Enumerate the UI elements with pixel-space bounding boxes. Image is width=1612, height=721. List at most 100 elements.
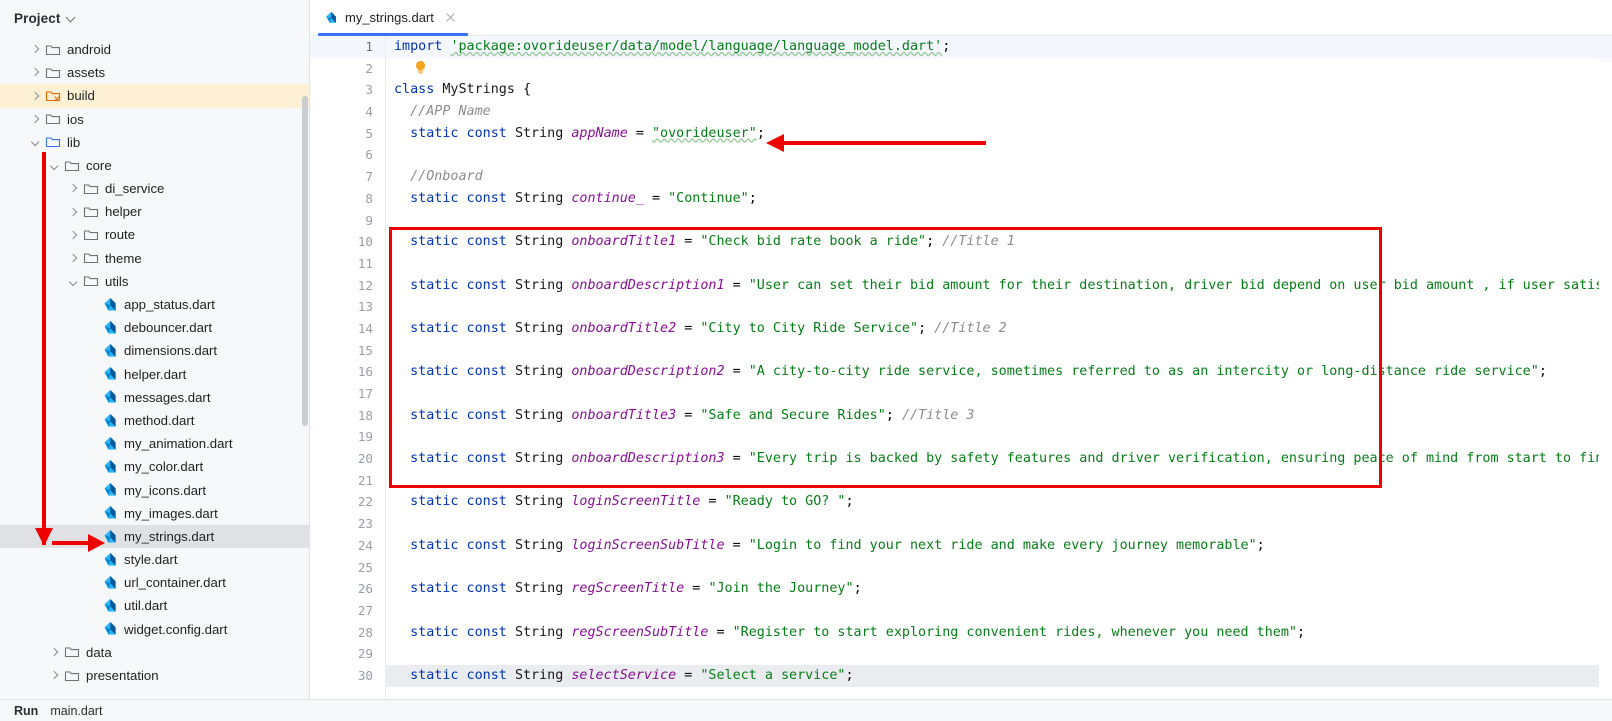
chevron-right-icon[interactable] <box>29 113 42 126</box>
editor-tab-my-strings[interactable]: my_strings.dart <box>310 0 468 36</box>
chevron-right-icon[interactable] <box>29 43 42 56</box>
chevron-down-icon[interactable] <box>29 136 42 149</box>
run-configuration-label: main.dart <box>50 703 103 718</box>
run-tool-window-strip[interactable]: Run main.dart <box>0 699 1612 721</box>
folder-icon <box>83 227 99 243</box>
code-line-11[interactable] <box>386 253 1612 275</box>
code-area[interactable]: import 'package:ovorideuser/data/model/l… <box>386 36 1612 721</box>
code-line-27[interactable] <box>386 600 1612 622</box>
code-line-15[interactable] <box>386 340 1612 362</box>
tree-item-lib[interactable]: lib <box>0 131 309 154</box>
code-line-20[interactable]: static const String onboardDescription3 … <box>386 448 1612 470</box>
tree-item-messages-dart[interactable]: messages.dart <box>0 386 309 409</box>
dart-file-icon <box>102 320 118 336</box>
code-line-30[interactable]: static const String selectService = "Sel… <box>386 664 1612 687</box>
code-token: static const <box>410 234 515 250</box>
tree-item-data[interactable]: data <box>0 641 309 664</box>
code-line-1[interactable]: import 'package:ovorideuser/data/model/l… <box>386 36 1612 58</box>
chevron-right-icon[interactable] <box>67 252 80 265</box>
tree-item-route[interactable]: route <box>0 224 309 247</box>
code-line-8[interactable]: static const String continue_ = "Continu… <box>386 188 1612 210</box>
tree-item-my-icons-dart[interactable]: my_icons.dart <box>0 479 309 502</box>
code-line-17[interactable] <box>386 383 1612 405</box>
code-line-28[interactable]: static const String regScreenSubTitle = … <box>386 622 1612 644</box>
tree-item-dimensions-dart[interactable]: dimensions.dart <box>0 339 309 362</box>
tree-item-widget-config-dart[interactable]: widget.config.dart <box>0 618 309 641</box>
code-line-23[interactable] <box>386 513 1612 535</box>
code-line-10[interactable]: static const String onboardTitle1 = "Che… <box>386 231 1612 253</box>
code-token: "A city-to-city ride service, sometimes … <box>748 364 1539 380</box>
tree-item-my-strings-dart[interactable]: my_strings.dart <box>0 524 309 549</box>
chevron-down-icon[interactable] <box>67 275 80 288</box>
intention-bulb-icon[interactable] <box>414 60 427 75</box>
tree-item-method-dart[interactable]: method.dart <box>0 409 309 432</box>
chevron-right-icon[interactable] <box>29 66 42 79</box>
chevron-right-icon[interactable] <box>48 646 61 659</box>
dart-file-icon <box>102 343 118 359</box>
tree-item-assets[interactable]: assets <box>0 61 309 84</box>
tree-item-url-container-dart[interactable]: url_container.dart <box>0 571 309 594</box>
scrollbar-marker-current-line <box>1599 36 1612 58</box>
code-line-3[interactable]: class MyStrings { <box>386 79 1612 101</box>
code-line-19[interactable] <box>386 426 1612 448</box>
chevron-right-icon[interactable] <box>67 182 80 195</box>
editor-vertical-scrollbar[interactable] <box>1599 36 1612 707</box>
tree-item-my-animation-dart[interactable]: my_animation.dart <box>0 432 309 455</box>
tree-item-label: my_color.dart <box>124 459 204 475</box>
chevron-down-icon[interactable] <box>48 159 61 172</box>
code-line-9[interactable] <box>386 210 1612 232</box>
code-line-21[interactable] <box>386 470 1612 492</box>
code-line-25[interactable] <box>386 557 1612 579</box>
code-token: import <box>394 39 451 54</box>
code-line-22[interactable]: static const String loginScreenTitle = "… <box>386 491 1612 513</box>
tree-item-app-status-dart[interactable]: app_status.dart <box>0 293 309 316</box>
chevron-right-icon[interactable] <box>29 89 42 102</box>
tree-item-di-service[interactable]: di_service <box>0 177 309 200</box>
chevron-right-icon[interactable] <box>67 229 80 242</box>
folder-icon <box>83 250 99 266</box>
code-editor[interactable]: 1 2 3 4 5 6 7 8 9 10 11 12 13 14 15 16 17 18 19 20 21 22 23 24 2… <box>310 36 1612 721</box>
code-line-6[interactable] <box>386 144 1612 166</box>
tree-item-helper[interactable]: helper <box>0 200 309 223</box>
tree-item-ios[interactable]: ios <box>0 108 309 131</box>
code-line-24[interactable]: static const String loginScreenSubTitle … <box>386 535 1612 557</box>
no-toggle-spacer <box>86 345 99 358</box>
close-icon[interactable] <box>444 11 457 24</box>
code-line-2[interactable] <box>386 58 1612 80</box>
tree-item-style-dart[interactable]: style.dart <box>0 548 309 571</box>
code-token: "Check bid rate book a ride" <box>700 234 927 250</box>
project-panel-header[interactable]: Project <box>0 0 310 36</box>
chevron-right-icon[interactable] <box>67 205 80 218</box>
code-line-29[interactable] <box>386 643 1612 665</box>
code-line-7[interactable]: //Onboard <box>386 166 1612 188</box>
code-token: "Register to start exploring convenient … <box>732 624 1297 640</box>
tree-item-my-color-dart[interactable]: my_color.dart <box>0 455 309 478</box>
tree-item-android[interactable]: android <box>0 38 309 61</box>
code-line-5[interactable]: static const String appName = "ovorideus… <box>386 123 1612 145</box>
code-line-26[interactable]: static const String regScreenTitle = "Jo… <box>386 578 1612 600</box>
code-line-18[interactable]: static const String onboardTitle3 = "Saf… <box>386 405 1612 427</box>
line-number: 20 <box>357 451 373 467</box>
tree-item-utils[interactable]: utils <box>0 270 309 293</box>
code-line-14[interactable]: static const String onboardTitle2 = "Cit… <box>386 318 1612 340</box>
tree-item-presentation[interactable]: presentation <box>0 664 309 687</box>
code-line-12[interactable]: static const String onboardDescription1 … <box>386 275 1612 297</box>
project-tree-scrollbar[interactable] <box>302 96 308 426</box>
code-line-4[interactable]: //APP Name <box>386 101 1612 123</box>
tree-item-helper-dart[interactable]: helper.dart <box>0 363 309 386</box>
project-tree[interactable]: android assets build ios lib core di_service he… <box>0 36 310 721</box>
tree-item-core[interactable]: core <box>0 154 309 177</box>
tree-item-util-dart[interactable]: util.dart <box>0 595 309 618</box>
dart-file-icon <box>102 598 118 614</box>
chevron-right-icon[interactable] <box>48 669 61 682</box>
tree-item-build[interactable]: build <box>0 84 309 108</box>
chevron-down-icon[interactable] <box>67 13 77 23</box>
tree-item-my-images-dart[interactable]: my_images.dart <box>0 502 309 525</box>
tree-item-debouncer-dart[interactable]: debouncer.dart <box>0 316 309 339</box>
code-line-16[interactable]: static const String onboardDescription2 … <box>386 361 1612 383</box>
top-row: Project my_strings.dart <box>0 0 1612 36</box>
tree-item-theme[interactable]: theme <box>0 247 309 270</box>
code-token: ; <box>918 320 935 336</box>
code-line-13[interactable] <box>386 296 1612 318</box>
folder-icon <box>83 204 99 220</box>
